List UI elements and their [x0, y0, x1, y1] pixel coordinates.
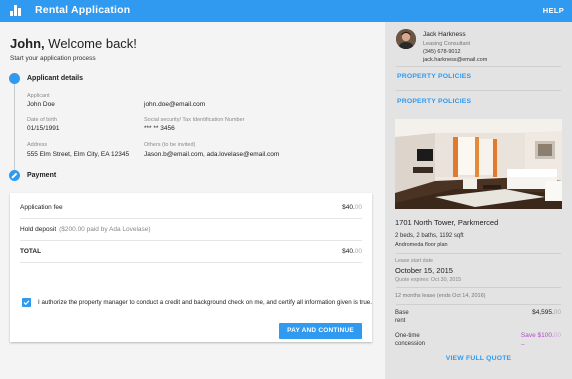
- top-bar: Rental Application HELP: [0, 0, 572, 22]
- agent-phone[interactable]: (345) 678-9012: [423, 49, 461, 55]
- property-floor-plan: Andromeda floor plan: [395, 242, 448, 248]
- view-full-quote-link[interactable]: VIEW FULL QUOTE: [385, 355, 572, 362]
- lease-term: 12 months lease (ends Oct 14, 2016): [395, 293, 486, 299]
- concession-label: One-time concession: [395, 333, 426, 347]
- concession-dash: –: [521, 341, 525, 348]
- others-value: Jason.b@email.com, ada.lovelase@email.co…: [144, 151, 280, 158]
- step-indicator-applicant: [9, 73, 20, 84]
- applicant-value: John Doe: [27, 101, 55, 108]
- authorize-label: I authorize the property manager to cond…: [38, 299, 372, 306]
- applicant-label: Applicant: [27, 93, 50, 99]
- dob-value: 01/15/1991: [27, 125, 60, 132]
- page-subtitle: Start your application process: [10, 55, 96, 62]
- welcome-message: Welcome back!: [48, 36, 137, 51]
- authorize-checkbox[interactable]: [22, 298, 31, 307]
- divider: [396, 304, 561, 305]
- base-rent-amount: $4,595.00: [532, 309, 561, 316]
- property-policies-link[interactable]: PROPERTY POLICIES: [397, 73, 471, 80]
- payment-row-amount: $40.00: [342, 248, 362, 255]
- bar-chart-icon[interactable]: [10, 5, 22, 16]
- divider: [396, 66, 561, 67]
- property-photo[interactable]: [395, 119, 562, 209]
- pencil-icon: [11, 172, 18, 179]
- divider: [396, 253, 561, 254]
- lease-start-label: Lease start date: [395, 258, 433, 264]
- quote-expiration: Quote expires: Oct 30, 2015: [395, 277, 462, 283]
- timeline-line: [14, 78, 15, 176]
- ssn-value: *** ** 3456: [144, 125, 175, 132]
- others-label: Others (to be invited): [144, 142, 196, 148]
- avatar: [396, 29, 416, 49]
- user-first-name: John,: [10, 36, 45, 51]
- agent-name: Jack Harkness: [423, 31, 466, 38]
- payment-row-label: Application fee: [20, 204, 63, 211]
- payment-section-title[interactable]: Payment: [27, 172, 56, 179]
- payment-total-row: TOTAL $40.00: [20, 241, 362, 263]
- agent-email[interactable]: jack.harkness@email.com: [423, 57, 487, 63]
- payment-card: Application fee $40.00 Hold deposit ($200…: [10, 193, 372, 342]
- property-policies-link-2[interactable]: PROPERTY POLICIES: [397, 98, 471, 105]
- address-value: 555 Elm Street, Elm City, EA 12345: [27, 151, 130, 158]
- ssn-label: Social security/ Tax Identification Numb…: [144, 117, 245, 123]
- property-address: 1701 North Tower, Parkmerced: [395, 218, 499, 227]
- main-content: John, Welcome back! Start your applicati…: [0, 22, 385, 379]
- welcome-heading: John, Welcome back!: [10, 36, 137, 51]
- payment-row-label: Hold deposit ($200.00 paid by Ada Lovelas…: [20, 226, 151, 233]
- agent-role: Leasing Consultant: [423, 41, 471, 47]
- concession-savings: Save $100.00: [520, 332, 561, 339]
- step-indicator-payment: [9, 170, 20, 181]
- divider: [396, 287, 561, 288]
- applicant-section-title[interactable]: Applicant details: [27, 75, 83, 82]
- check-icon: [23, 300, 30, 306]
- app-title: Rental Application: [35, 4, 131, 16]
- dob-label: Date of birth: [27, 117, 57, 123]
- payment-row: Hold deposit ($200.00 paid by Ada Lovelas…: [20, 219, 362, 241]
- payment-row-amount: $40.00: [342, 204, 362, 211]
- divider: [396, 90, 561, 91]
- lease-start-date: October 15, 2015: [395, 266, 453, 275]
- address-label: Address: [27, 142, 48, 148]
- base-rent-label: Base rent: [395, 310, 409, 324]
- applicant-email-value: john.doe@email.com: [144, 101, 206, 108]
- payment-row: Application fee $40.00: [20, 197, 362, 219]
- sidebar: Jack Harkness Leasing Consultant (345) 6…: [385, 22, 572, 379]
- pay-and-continue-button[interactable]: PAY AND CONTINUE: [279, 323, 362, 339]
- property-beds-baths: 2 beds, 2 baths, 1192 sqft: [395, 233, 464, 239]
- help-button[interactable]: HELP: [543, 6, 564, 15]
- payment-row-label: TOTAL: [20, 248, 42, 255]
